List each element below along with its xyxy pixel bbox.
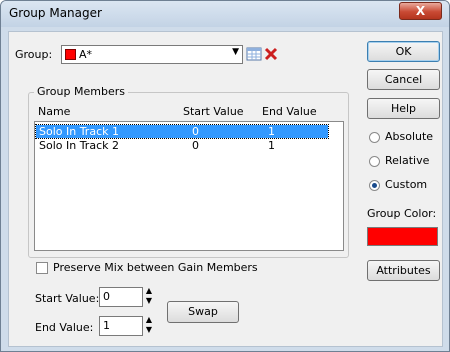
start-value-input[interactable]: 0 <box>99 287 143 307</box>
ok-button-label: OK <box>395 45 412 58</box>
column-header-end-value: End Value <box>262 105 317 118</box>
member-start: 0 <box>192 139 199 152</box>
end-value-text: 1 <box>103 319 110 332</box>
end-value-input[interactable]: 1 <box>99 316 143 336</box>
member-end: 1 <box>268 125 275 138</box>
list-item[interactable]: Solo In Track 2 0 1 <box>36 139 328 152</box>
group-color-label: Group Color: <box>367 207 437 220</box>
attributes-button[interactable]: Attributes <box>367 260 440 281</box>
list-item[interactable]: Solo In Track 1 0 1 <box>35 124 329 139</box>
chevron-down-icon[interactable]: ▼ <box>232 47 239 57</box>
group-members-title: Group Members <box>34 85 128 98</box>
start-value-label: Start Value: <box>35 292 100 305</box>
preserve-mix-checkbox[interactable] <box>36 262 48 274</box>
table-icon <box>246 47 262 61</box>
start-value-text: 0 <box>103 290 110 303</box>
close-button[interactable]: X <box>399 2 442 20</box>
radio-absolute-label: Absolute <box>385 130 434 143</box>
title-bar[interactable]: Group Manager X <box>1 1 449 27</box>
window-title: Group Manager <box>9 6 102 20</box>
group-color-swatch-small <box>65 49 76 60</box>
ok-button[interactable]: OK <box>367 41 440 62</box>
delete-x-icon <box>264 47 278 61</box>
end-value-label: End Value: <box>35 321 94 334</box>
radio-relative[interactable] <box>369 156 380 167</box>
group-combobox[interactable]: A* ▼ <box>61 45 243 64</box>
group-color-swatch[interactable] <box>367 227 438 246</box>
column-header-start-value: Start Value <box>183 105 244 118</box>
cancel-button[interactable]: Cancel <box>367 69 440 90</box>
help-button-label: Help <box>390 102 417 115</box>
swap-button[interactable]: Swap <box>167 301 239 323</box>
delete-group-button[interactable] <box>263 47 279 63</box>
radio-absolute[interactable] <box>369 132 380 143</box>
member-start: 0 <box>192 125 199 138</box>
attributes-button-label: Attributes <box>376 264 431 277</box>
radio-relative-label: Relative <box>385 154 430 167</box>
group-manager-window: Group Manager X Group: A* ▼ OK Cancel He… <box>0 0 450 352</box>
end-value-spinner[interactable]: ▲ ▼ <box>145 315 153 337</box>
member-end: 1 <box>268 139 275 152</box>
help-button[interactable]: Help <box>367 98 440 119</box>
cancel-button-label: Cancel <box>384 73 423 86</box>
group-members-list[interactable]: Solo In Track 1 0 1 Solo In Track 2 0 1 <box>34 121 344 251</box>
radio-custom[interactable] <box>369 180 380 191</box>
group-list-button[interactable] <box>246 47 262 63</box>
group-label: Group: <box>15 48 53 61</box>
column-header-name: Name <box>38 105 71 118</box>
group-combobox-value: A* <box>79 48 93 61</box>
close-icon: X <box>415 4 426 18</box>
start-value-spinner[interactable]: ▲ ▼ <box>145 286 153 308</box>
member-name: Solo In Track 2 <box>39 139 119 152</box>
swap-button-label: Swap <box>188 305 218 318</box>
radio-custom-label: Custom <box>385 178 428 191</box>
preserve-mix-label: Preserve Mix between Gain Members <box>53 261 258 274</box>
member-name: Solo In Track 1 <box>39 125 119 138</box>
